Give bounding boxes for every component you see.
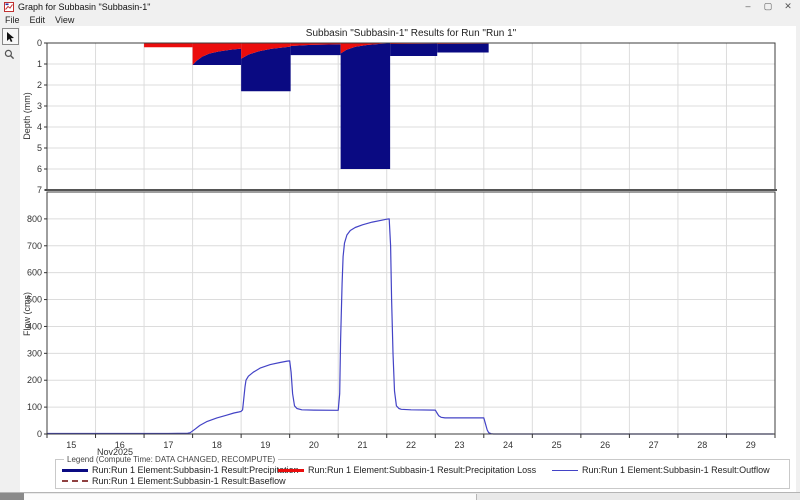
plots-canvas[interactable]: 0123456701002003004005006007008001516171… — [20, 26, 796, 492]
precipitation-swatch-icon — [62, 469, 88, 472]
pointer-tool-button[interactable] — [2, 28, 19, 45]
precipitation-chart: 0 1 2 3 4 5 6 7 — [37, 38, 777, 195]
depth-axis-label: Depth (mm) — [22, 56, 34, 176]
legend-label: Run:Run 1 Element:Subbasin-1 Result:Base… — [92, 476, 286, 486]
bottom-left-grip — [0, 493, 24, 500]
svg-text:24: 24 — [503, 440, 513, 450]
svg-text:1: 1 — [37, 59, 42, 69]
svg-text:2: 2 — [37, 80, 42, 90]
svg-text:21: 21 — [357, 440, 367, 450]
bottom-strip-segment — [24, 494, 477, 500]
svg-text:4: 4 — [37, 122, 42, 132]
zoom-tool-button[interactable] — [2, 47, 17, 62]
graph-window: Graph for Subbasin "Subbasin-1" – ▢ ✕ Fi… — [0, 0, 800, 500]
svg-text:25: 25 — [552, 440, 562, 450]
menu-edit[interactable]: Edit — [25, 15, 51, 25]
legend-item-precipitation: Run:Run 1 Element:Subbasin-1 Result:Prec… — [62, 465, 299, 475]
window-icon — [4, 2, 14, 12]
legend-label: Run:Run 1 Element:Subbasin-1 Result:Outf… — [582, 465, 770, 475]
svg-text:800: 800 — [27, 214, 42, 224]
maximize-button[interactable]: ▢ — [760, 1, 776, 12]
legend-label: Run:Run 1 Element:Subbasin-1 Result:Prec… — [308, 465, 536, 475]
magnifier-icon — [4, 49, 15, 60]
outflow-swatch-icon — [552, 470, 578, 471]
svg-text:20: 20 — [309, 440, 319, 450]
title-bar[interactable]: Graph for Subbasin "Subbasin-1" – ▢ ✕ — [0, 0, 800, 13]
baseflow-swatch-icon — [62, 480, 88, 482]
svg-text:18: 18 — [212, 440, 222, 450]
svg-text:5: 5 — [37, 143, 42, 153]
svg-text:29: 29 — [746, 440, 756, 450]
svg-text:17: 17 — [163, 440, 173, 450]
svg-text:200: 200 — [27, 375, 42, 385]
svg-text:22: 22 — [406, 440, 416, 450]
minimize-button[interactable]: – — [740, 1, 756, 12]
svg-text:28: 28 — [697, 440, 707, 450]
svg-text:26: 26 — [600, 440, 610, 450]
flow-axis-label: Flow (cms) — [22, 254, 34, 374]
svg-text:0: 0 — [37, 38, 42, 48]
precipitation-loss-swatch-icon — [278, 469, 304, 472]
legend-item-baseflow: Run:Run 1 Element:Subbasin-1 Result:Base… — [62, 476, 286, 486]
legend-item-precipitation-loss: Run:Run 1 Element:Subbasin-1 Result:Prec… — [278, 465, 536, 475]
svg-text:27: 27 — [649, 440, 659, 450]
flow-chart: 0100200300400500600700800151617181920212… — [27, 192, 775, 450]
svg-text:0: 0 — [37, 429, 42, 439]
svg-text:100: 100 — [27, 402, 42, 412]
bottom-strip — [0, 492, 800, 500]
close-button[interactable]: ✕ — [780, 1, 796, 12]
svg-text:23: 23 — [455, 440, 465, 450]
pointer-arrow-icon — [5, 31, 16, 43]
menu-view[interactable]: View — [50, 15, 79, 25]
svg-text:700: 700 — [27, 241, 42, 251]
tool-column — [0, 26, 20, 492]
svg-text:19: 19 — [260, 440, 270, 450]
svg-text:6: 6 — [37, 164, 42, 174]
legend-item-outflow: Run:Run 1 Element:Subbasin-1 Result:Outf… — [552, 465, 770, 475]
legend: Legend (Compute Time: DATA CHANGED, RECO… — [55, 459, 790, 489]
legend-label: Run:Run 1 Element:Subbasin-1 Result:Prec… — [92, 465, 299, 475]
menu-file[interactable]: File — [0, 15, 25, 25]
menu-bar: File Edit View — [0, 13, 800, 26]
window-title: Graph for Subbasin "Subbasin-1" — [18, 2, 150, 12]
chart-title: Subbasin "Subbasin-1" Results for Run "R… — [47, 28, 775, 39]
chart-panel: 0123456701002003004005006007008001516171… — [20, 26, 796, 492]
svg-text:3: 3 — [37, 101, 42, 111]
svg-text:7: 7 — [37, 185, 42, 195]
legend-title: Legend (Compute Time: DATA CHANGED, RECO… — [64, 455, 278, 464]
